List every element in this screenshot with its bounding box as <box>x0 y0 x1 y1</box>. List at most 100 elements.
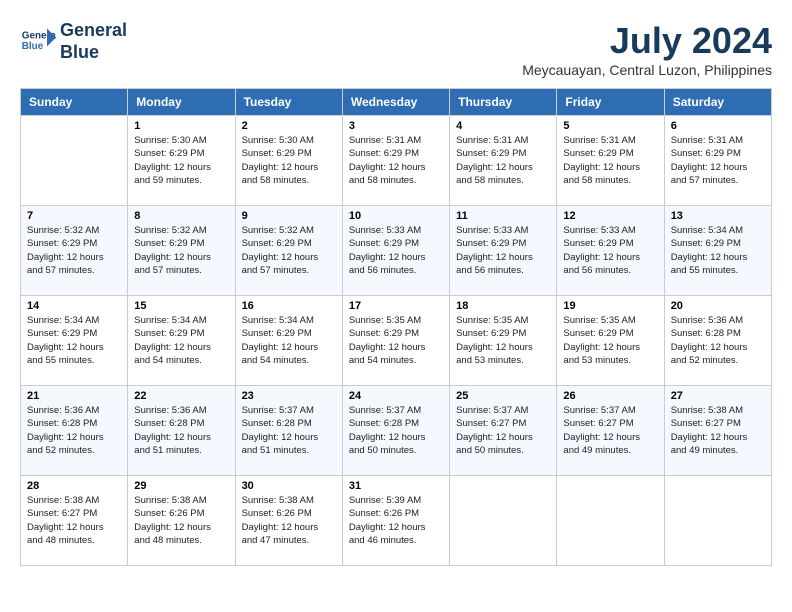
calendar-cell <box>664 476 771 566</box>
day-info: Sunrise: 5:36 AM Sunset: 6:28 PM Dayligh… <box>671 314 765 367</box>
day-info: Sunrise: 5:34 AM Sunset: 6:29 PM Dayligh… <box>27 314 121 367</box>
day-info: Sunrise: 5:39 AM Sunset: 6:26 PM Dayligh… <box>349 494 443 547</box>
calendar-cell: 25 Sunrise: 5:37 AM Sunset: 6:27 PM Dayli… <box>450 386 557 476</box>
day-number: 3 <box>349 120 443 132</box>
svg-text:Blue: Blue <box>22 41 44 52</box>
day-number: 12 <box>563 210 657 222</box>
day-info: Sunrise: 5:30 AM Sunset: 6:29 PM Dayligh… <box>242 134 336 187</box>
day-info: Sunrise: 5:37 AM Sunset: 6:28 PM Dayligh… <box>242 404 336 457</box>
logo: General Blue General Blue <box>20 20 127 63</box>
day-info: Sunrise: 5:37 AM Sunset: 6:28 PM Dayligh… <box>349 404 443 457</box>
day-number: 4 <box>456 120 550 132</box>
day-number: 17 <box>349 300 443 312</box>
calendar-cell <box>21 116 128 206</box>
calendar-cell: 18 Sunrise: 5:35 AM Sunset: 6:29 PM Dayli… <box>450 296 557 386</box>
calendar-cell: 14 Sunrise: 5:34 AM Sunset: 6:29 PM Dayli… <box>21 296 128 386</box>
day-info: Sunrise: 5:38 AM Sunset: 6:27 PM Dayligh… <box>27 494 121 547</box>
day-number: 19 <box>563 300 657 312</box>
calendar-cell: 30 Sunrise: 5:38 AM Sunset: 6:26 PM Dayli… <box>235 476 342 566</box>
calendar-cell: 27 Sunrise: 5:38 AM Sunset: 6:27 PM Dayli… <box>664 386 771 476</box>
day-header-tuesday: Tuesday <box>235 89 342 116</box>
calendar-cell: 29 Sunrise: 5:38 AM Sunset: 6:26 PM Dayli… <box>128 476 235 566</box>
day-number: 8 <box>134 210 228 222</box>
calendar-cell: 6 Sunrise: 5:31 AM Sunset: 6:29 PM Daylig… <box>664 116 771 206</box>
calendar-cell: 9 Sunrise: 5:32 AM Sunset: 6:29 PM Daylig… <box>235 206 342 296</box>
calendar-cell: 28Sunrise: 5:38 AM Sunset: 6:27 PM Dayli… <box>21 476 128 566</box>
calendar-cell: 15 Sunrise: 5:34 AM Sunset: 6:29 PM Dayli… <box>128 296 235 386</box>
day-info: Sunrise: 5:38 AM Sunset: 6:26 PM Dayligh… <box>242 494 336 547</box>
day-header-friday: Friday <box>557 89 664 116</box>
logo-text: General <box>60 20 127 42</box>
title-area: July 2024 Meycauayan, Central Luzon, Phi… <box>522 20 772 78</box>
calendar-cell: 1 Sunrise: 5:30 AM Sunset: 6:29 PM Daylig… <box>128 116 235 206</box>
day-number: 29 <box>134 480 228 492</box>
calendar-cell: 4Sunrise: 5:31 AM Sunset: 6:29 PM Daylig… <box>450 116 557 206</box>
day-number: 6 <box>671 120 765 132</box>
calendar-cell: 13 Sunrise: 5:34 AM Sunset: 6:29 PM Dayli… <box>664 206 771 296</box>
day-info: Sunrise: 5:32 AM Sunset: 6:29 PM Dayligh… <box>134 224 228 277</box>
calendar-week-row: 21 Sunrise: 5:36 AM Sunset: 6:28 PM Dayli… <box>21 386 772 476</box>
calendar-cell: 5Sunrise: 5:31 AM Sunset: 6:29 PM Daylig… <box>557 116 664 206</box>
day-header-monday: Monday <box>128 89 235 116</box>
day-number: 22 <box>134 390 228 402</box>
day-number: 18 <box>456 300 550 312</box>
header: General Blue General Blue July 2024 Meyc… <box>20 20 772 78</box>
day-info: Sunrise: 5:34 AM Sunset: 6:29 PM Dayligh… <box>671 224 765 277</box>
day-number: 10 <box>349 210 443 222</box>
calendar-cell: 11Sunrise: 5:33 AM Sunset: 6:29 PM Dayli… <box>450 206 557 296</box>
day-number: 26 <box>563 390 657 402</box>
day-number: 14 <box>27 300 121 312</box>
calendar-header-row: SundayMondayTuesdayWednesdayThursdayFrid… <box>21 89 772 116</box>
day-number: 20 <box>671 300 765 312</box>
day-info: Sunrise: 5:31 AM Sunset: 6:29 PM Dayligh… <box>349 134 443 187</box>
day-number: 21 <box>27 390 121 402</box>
day-info: Sunrise: 5:30 AM Sunset: 6:29 PM Dayligh… <box>134 134 228 187</box>
day-number: 30 <box>242 480 336 492</box>
day-info: Sunrise: 5:38 AM Sunset: 6:26 PM Dayligh… <box>134 494 228 547</box>
day-number: 25 <box>456 390 550 402</box>
day-info: Sunrise: 5:35 AM Sunset: 6:29 PM Dayligh… <box>563 314 657 367</box>
day-info: Sunrise: 5:35 AM Sunset: 6:29 PM Dayligh… <box>456 314 550 367</box>
day-number: 2 <box>242 120 336 132</box>
calendar-cell: 7 Sunrise: 5:32 AM Sunset: 6:29 PM Daylig… <box>21 206 128 296</box>
day-info: Sunrise: 5:38 AM Sunset: 6:27 PM Dayligh… <box>671 404 765 457</box>
day-info: Sunrise: 5:33 AM Sunset: 6:29 PM Dayligh… <box>563 224 657 277</box>
calendar-table: SundayMondayTuesdayWednesdayThursdayFrid… <box>20 88 772 566</box>
calendar-cell <box>557 476 664 566</box>
day-number: 1 <box>134 120 228 132</box>
calendar-week-row: 28Sunrise: 5:38 AM Sunset: 6:27 PM Dayli… <box>21 476 772 566</box>
calendar-cell: 26 Sunrise: 5:37 AM Sunset: 6:27 PM Dayli… <box>557 386 664 476</box>
day-info: Sunrise: 5:36 AM Sunset: 6:28 PM Dayligh… <box>27 404 121 457</box>
calendar-cell: 12 Sunrise: 5:33 AM Sunset: 6:29 PM Dayli… <box>557 206 664 296</box>
day-info: Sunrise: 5:36 AM Sunset: 6:28 PM Dayligh… <box>134 404 228 457</box>
calendar-cell: 2 Sunrise: 5:30 AM Sunset: 6:29 PM Daylig… <box>235 116 342 206</box>
day-header-wednesday: Wednesday <box>342 89 449 116</box>
logo-text-2: Blue <box>60 42 127 64</box>
month-year-title: July 2024 <box>522 20 772 62</box>
logo-icon: General Blue <box>20 24 56 60</box>
day-info: Sunrise: 5:31 AM Sunset: 6:29 PM Dayligh… <box>563 134 657 187</box>
day-info: Sunrise: 5:31 AM Sunset: 6:29 PM Dayligh… <box>671 134 765 187</box>
day-number: 11 <box>456 210 550 222</box>
day-info: Sunrise: 5:33 AM Sunset: 6:29 PM Dayligh… <box>349 224 443 277</box>
calendar-cell: 24 Sunrise: 5:37 AM Sunset: 6:28 PM Dayli… <box>342 386 449 476</box>
day-number: 13 <box>671 210 765 222</box>
calendar-cell: 17Sunrise: 5:35 AM Sunset: 6:29 PM Dayli… <box>342 296 449 386</box>
day-number: 9 <box>242 210 336 222</box>
day-number: 23 <box>242 390 336 402</box>
day-info: Sunrise: 5:37 AM Sunset: 6:27 PM Dayligh… <box>563 404 657 457</box>
calendar-cell: 8 Sunrise: 5:32 AM Sunset: 6:29 PM Daylig… <box>128 206 235 296</box>
day-number: 24 <box>349 390 443 402</box>
day-info: Sunrise: 5:32 AM Sunset: 6:29 PM Dayligh… <box>27 224 121 277</box>
day-number: 7 <box>27 210 121 222</box>
calendar-cell: 16Sunrise: 5:34 AM Sunset: 6:29 PM Dayli… <box>235 296 342 386</box>
calendar-cell <box>450 476 557 566</box>
day-info: Sunrise: 5:32 AM Sunset: 6:29 PM Dayligh… <box>242 224 336 277</box>
day-info: Sunrise: 5:37 AM Sunset: 6:27 PM Dayligh… <box>456 404 550 457</box>
day-number: 15 <box>134 300 228 312</box>
calendar-cell: 10 Sunrise: 5:33 AM Sunset: 6:29 PM Dayli… <box>342 206 449 296</box>
day-info: Sunrise: 5:34 AM Sunset: 6:29 PM Dayligh… <box>134 314 228 367</box>
day-number: 27 <box>671 390 765 402</box>
day-header-saturday: Saturday <box>664 89 771 116</box>
calendar-cell: 3 Sunrise: 5:31 AM Sunset: 6:29 PM Daylig… <box>342 116 449 206</box>
